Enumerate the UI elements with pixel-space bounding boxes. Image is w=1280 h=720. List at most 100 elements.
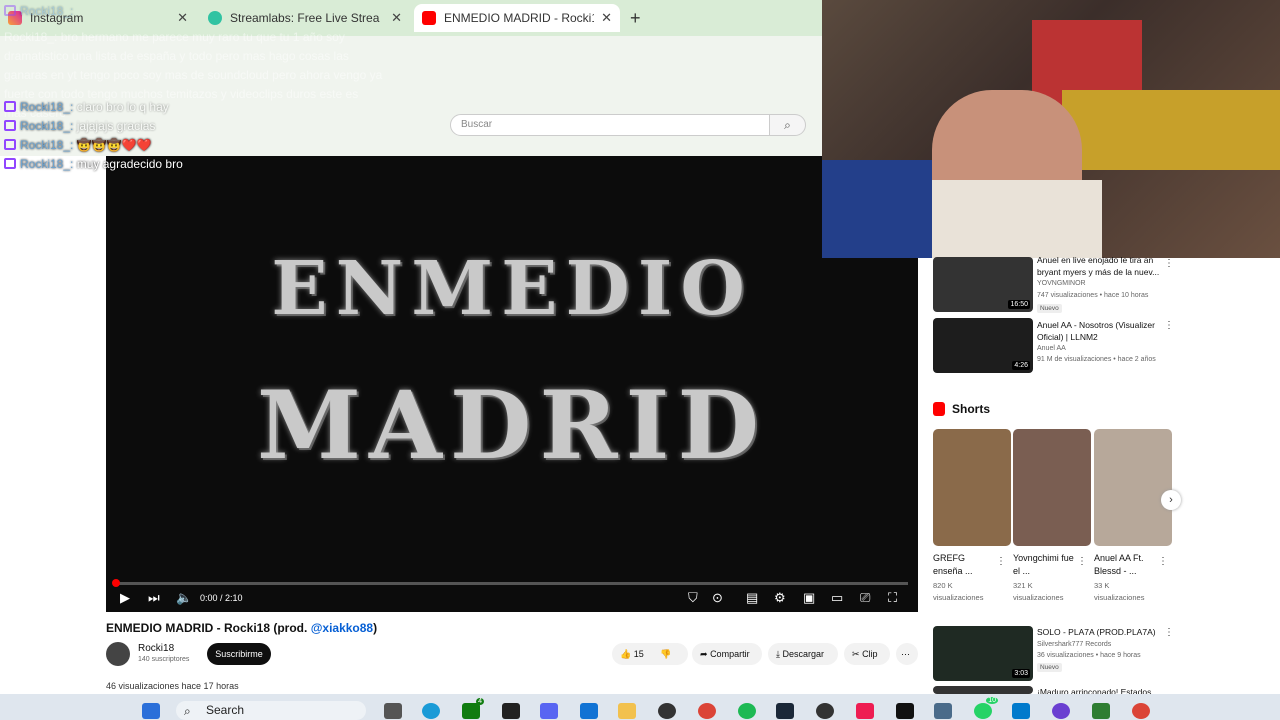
shield-icon[interactable]: ⛉ — [688, 590, 698, 606]
cast-icon[interactable]: ⎚ — [860, 590, 870, 606]
video-thumbnail[interactable]: 16:50 — [933, 257, 1033, 312]
discord-icon[interactable] — [540, 703, 558, 719]
windows-start-icon[interactable] — [142, 703, 160, 719]
recommended-channel[interactable]: YOVNGMINOR — [1037, 280, 1086, 287]
video-title-end: ) — [373, 621, 378, 635]
chat-line: Rocki18_: muy agradecido bro — [4, 157, 183, 171]
share-button[interactable]: ➦ Compartir — [692, 643, 762, 665]
close-icon[interactable]: ✕ — [391, 10, 402, 26]
shorts-icon — [933, 402, 945, 416]
theater-icon[interactable]: ▭ — [831, 590, 843, 606]
timecode: 0:00 / 2:10 — [200, 593, 243, 603]
webcam-overlay — [822, 0, 1280, 258]
progress-bar[interactable] — [116, 582, 908, 585]
new-tab-button[interactable]: + — [630, 8, 641, 29]
search-input[interactable]: Buscar — [450, 114, 770, 136]
outlook-icon[interactable] — [580, 703, 598, 719]
recommended-channel[interactable]: Anuel AA — [1037, 345, 1066, 352]
next-icon[interactable]: ⏭ — [148, 590, 160, 606]
new-badge: Nuevo — [1037, 663, 1062, 672]
short-title[interactable]: Anuel AA Ft. Blessd - ... — [1094, 552, 1156, 578]
more-options-icon[interactable]: ⋮ — [1158, 556, 1168, 567]
audio-app-icon[interactable] — [896, 703, 914, 719]
view-count: 46 visualizaciones hace 17 horas — [106, 681, 239, 691]
thumbs-down-icon[interactable]: 👎 — [660, 649, 671, 659]
more-options-icon[interactable]: ⋮ — [996, 556, 1006, 567]
like-button[interactable]: 👍 15 👎 — [612, 643, 688, 665]
more-options-icon[interactable]: ⋮ — [1164, 627, 1174, 638]
chat-line: Rocki18_: — [4, 4, 73, 18]
search-icon: ⌕ — [184, 704, 191, 718]
app-g-icon[interactable] — [816, 703, 834, 719]
app-icon[interactable] — [1092, 703, 1110, 719]
more-button[interactable]: ⋯ — [896, 643, 918, 665]
whatsapp-icon[interactable]: 10 — [974, 697, 998, 719]
chat-line: Rocki18_: 🤠🤠🤠❤️❤️ — [4, 138, 151, 152]
task-view-icon[interactable] — [384, 703, 402, 719]
more-options-icon[interactable]: ⋮ — [1164, 320, 1174, 331]
short-thumbnail[interactable] — [1094, 429, 1172, 546]
video-thumbnail[interactable] — [933, 686, 1033, 694]
flag-image — [1062, 90, 1280, 170]
vscode-icon[interactable] — [1012, 703, 1030, 719]
recommended-title[interactable]: SOLO - PLA7A (PROD.PLA7A) — [1037, 626, 1161, 638]
like-count: 15 — [633, 649, 644, 659]
settings-icon[interactable]: ⚙ — [774, 590, 786, 606]
video-title: ENMEDIO MADRID - Rocki18 (prod. @xiakko8… — [106, 621, 377, 635]
video-art-line-1: ENMEDIO — [271, 246, 753, 332]
video-player[interactable]: ENMEDIO MADRID ▶ ⏭ 🔈 0:00 / 2:10 ⛉ ⊙ ▤ ⚙… — [106, 156, 918, 612]
more-options-icon[interactable]: ⋮ — [1164, 258, 1174, 269]
chat-text: 🤠🤠🤠❤️❤️ — [76, 138, 152, 152]
avatar[interactable] — [106, 642, 130, 666]
duration-badge: 3:03 — [1012, 669, 1030, 678]
steam-icon[interactable] — [776, 703, 794, 719]
video-thumbnail[interactable]: 3:03 — [933, 626, 1033, 681]
short-title[interactable]: GREFG enseña ... — [933, 552, 995, 578]
producer-link[interactable]: @xiakko88 — [311, 621, 373, 635]
chat-username: Rocki18_: — [20, 157, 74, 171]
download-label: Descargar — [782, 649, 825, 659]
recommended-title[interactable]: Anuel en live enojado le tira an bryant … — [1037, 254, 1161, 278]
tab-label: Streamlabs: Free Live Streamin — [230, 11, 380, 25]
folder-icon[interactable] — [618, 703, 636, 719]
capcut-icon[interactable] — [502, 703, 520, 719]
miniplayer-icon[interactable]: ▣ — [803, 590, 815, 606]
fullscreen-icon[interactable]: ⛶ — [888, 590, 897, 606]
short-thumbnail[interactable] — [933, 429, 1011, 546]
subscribe-button[interactable]: Suscribirme — [207, 643, 271, 665]
taskbar-search[interactable]: Search — [176, 701, 366, 720]
spotify-icon[interactable] — [738, 703, 756, 719]
chat-username: Rocki18_: — [20, 119, 74, 133]
download-button[interactable]: ⤓ Descargar — [768, 643, 838, 665]
tab-enmedio-madrid[interactable]: ENMEDIO MADRID - Rocki18 (p ✕ — [414, 4, 620, 32]
recommended-title[interactable]: Anuel AA - Nosotros (Visualizer Oficial)… — [1037, 319, 1161, 343]
autoplay-toggle[interactable]: ⊙ — [712, 590, 723, 606]
play-icon[interactable]: ▶ — [120, 590, 130, 606]
chrome-icon[interactable] — [1132, 703, 1150, 719]
app-window-icon[interactable] — [934, 703, 952, 719]
chevron-right-icon[interactable]: › — [1161, 490, 1181, 510]
thumbs-up-icon: 👍 — [620, 649, 632, 659]
tab-label: ENMEDIO MADRID - Rocki18 (p — [444, 11, 594, 25]
recommended-channel[interactable]: Silvershark777 Records — [1037, 641, 1111, 648]
clip-button[interactable]: ✂ Clip — [844, 643, 890, 665]
chrome-icon[interactable] — [698, 703, 716, 719]
more-options-icon[interactable]: ⋮ — [1077, 556, 1087, 567]
subtitles-icon[interactable]: ▤ — [746, 590, 758, 606]
search-button[interactable]: ⌕ — [770, 114, 806, 136]
short-title[interactable]: Yovngchimi fue el ... — [1013, 552, 1075, 578]
chat-username: Rocki18_: — [20, 138, 74, 152]
jersey-image — [822, 160, 932, 258]
edge-icon[interactable] — [422, 703, 440, 719]
obs-icon[interactable] — [658, 703, 676, 719]
video-thumbnail[interactable]: 4:26 — [933, 318, 1033, 373]
xbox-icon[interactable]: 4 — [462, 698, 484, 719]
volume-icon[interactable]: 🔈 — [176, 590, 192, 606]
isp-icon[interactable] — [1052, 703, 1070, 719]
short-thumbnail[interactable] — [1013, 429, 1091, 546]
close-icon[interactable]: ✕ — [601, 10, 612, 26]
channel-name[interactable]: Rocki18 — [138, 643, 174, 654]
tiktok-icon[interactable] — [856, 703, 874, 719]
close-icon[interactable]: ✕ — [177, 10, 188, 26]
recommended-title[interactable]: ¡Maduro arrinconado! Estados ... — [1037, 686, 1161, 694]
